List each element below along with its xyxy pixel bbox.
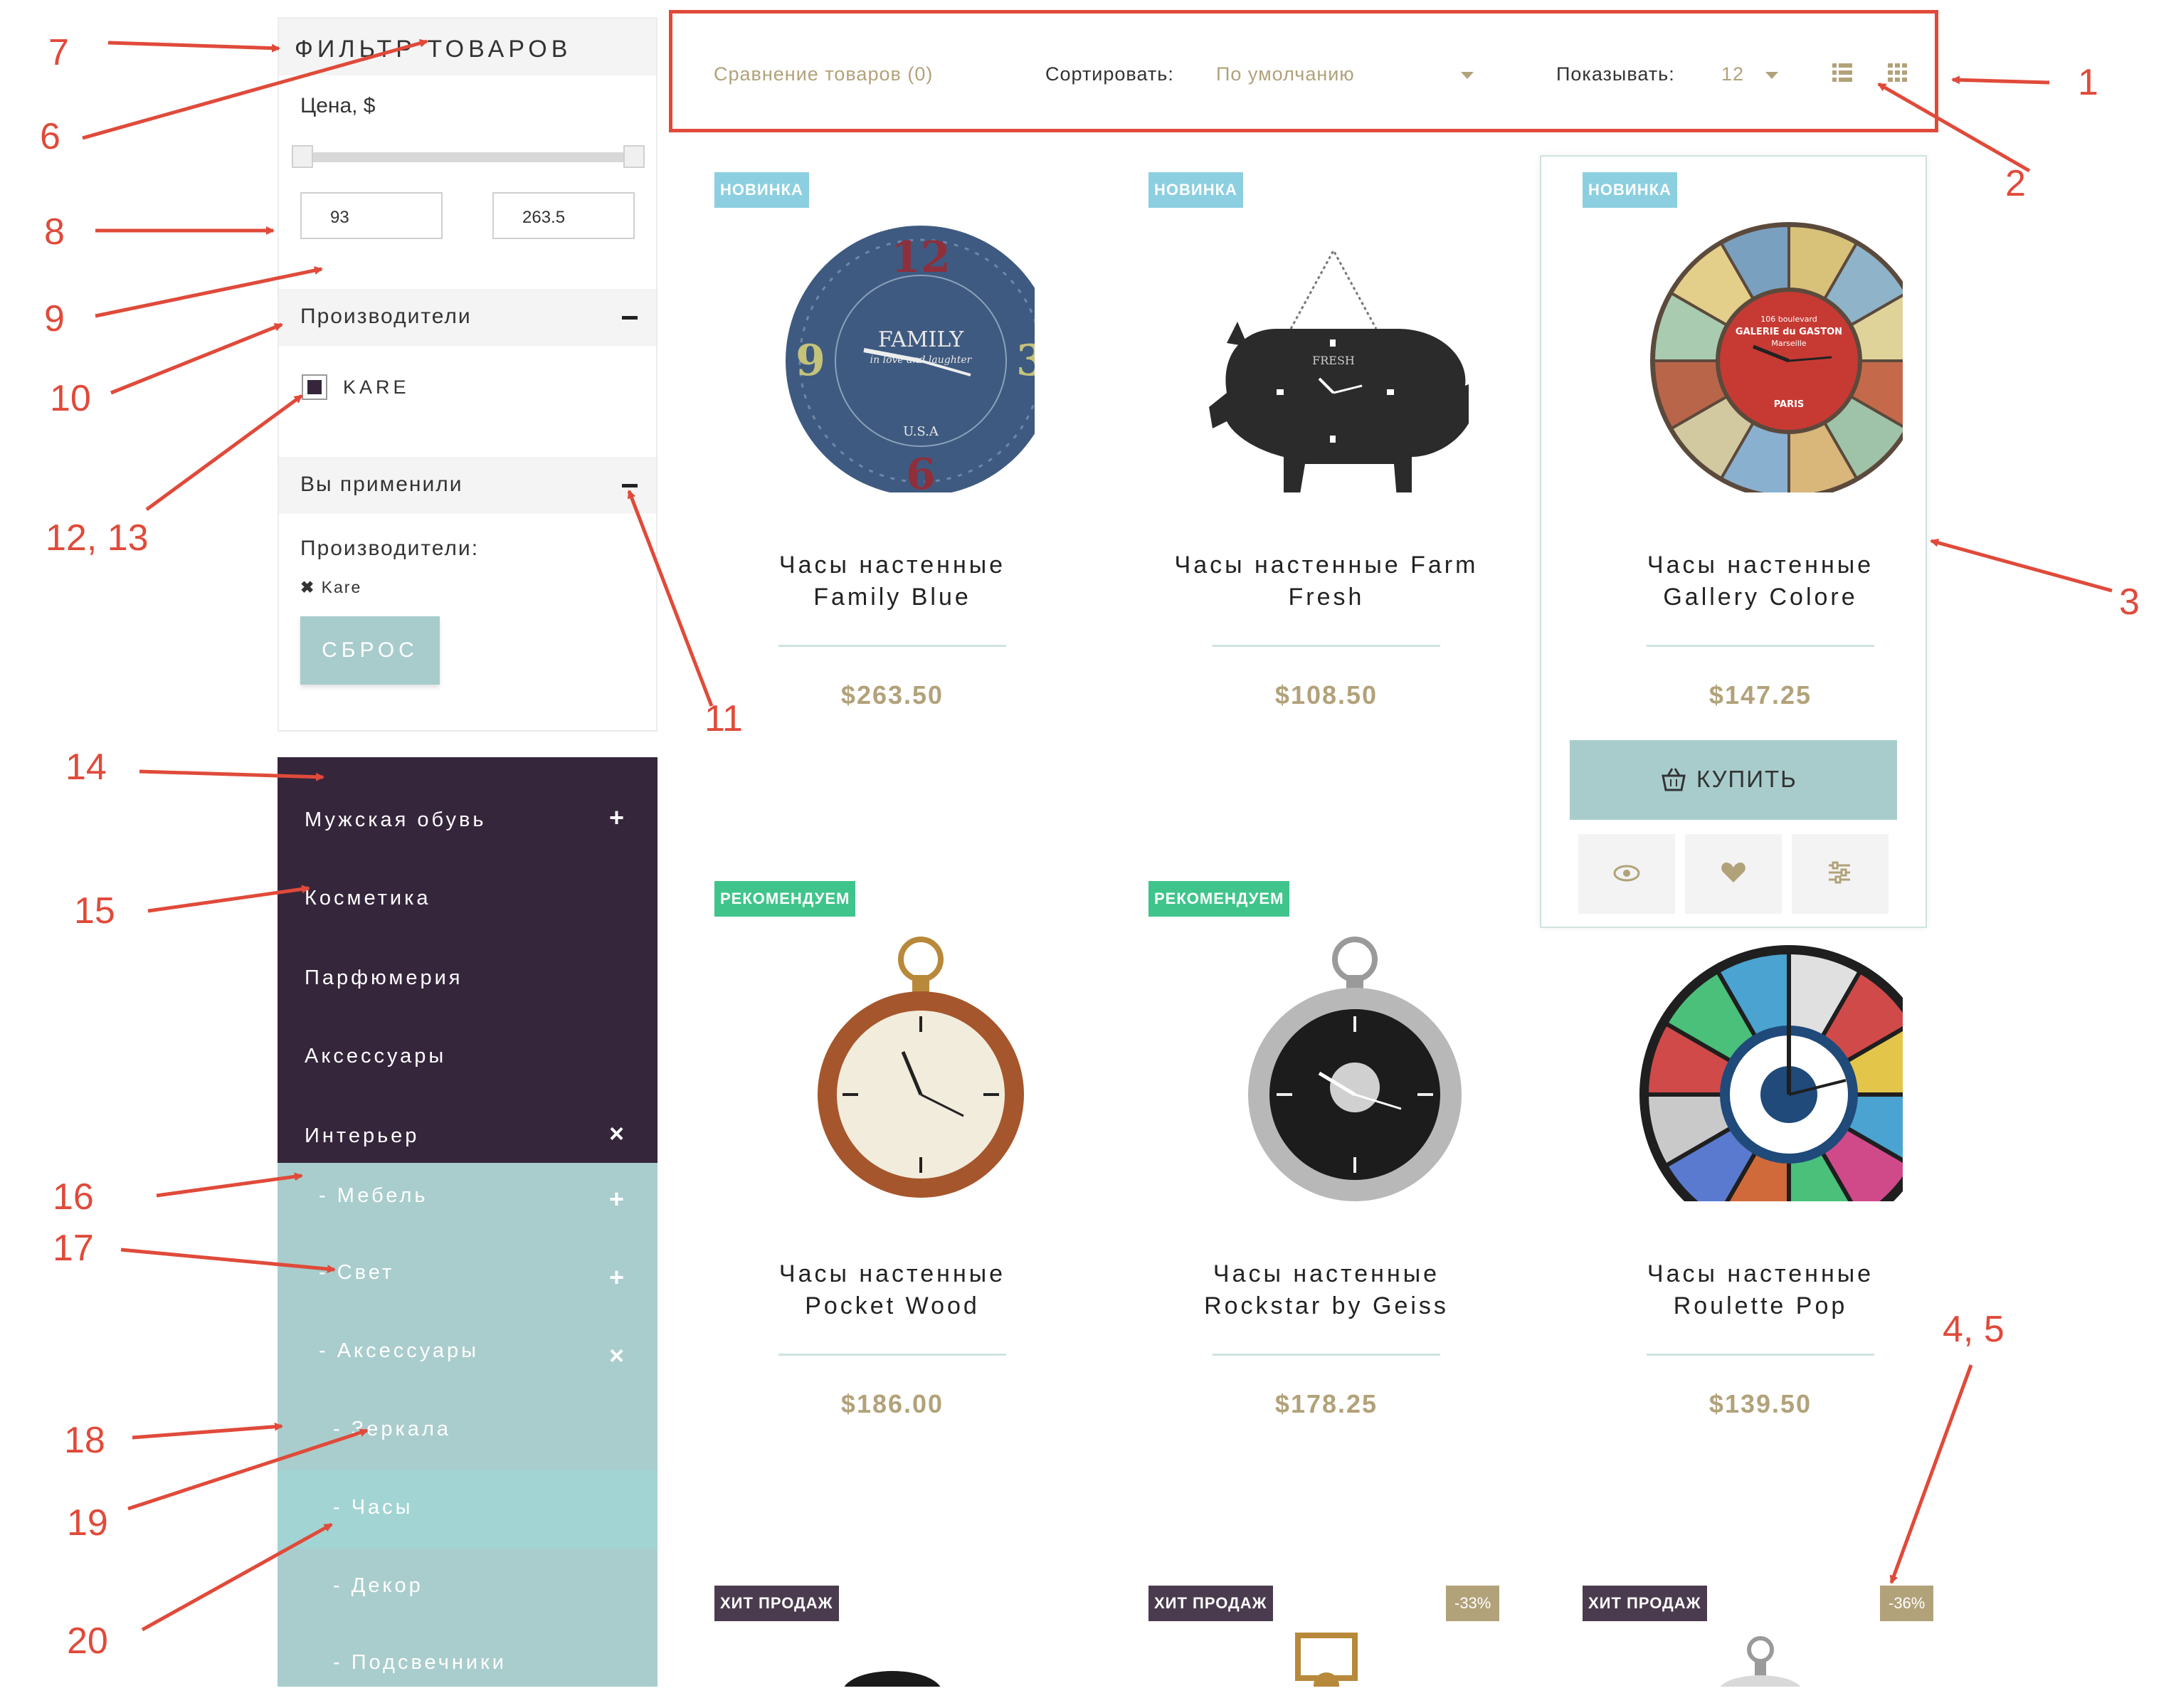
annotation-arrow — [1951, 75, 2050, 85]
annotation-arrow — [82, 38, 428, 140]
annotation-number: 14 — [65, 747, 107, 788]
annotation-number: 2 — [2005, 163, 2026, 204]
annotation-arrow — [156, 1172, 303, 1198]
annotation-number: 10 — [50, 378, 91, 419]
annotation-number: 17 — [53, 1228, 94, 1269]
annotation-number: 4, 5 — [1943, 1309, 2005, 1350]
annotation-arrow — [107, 41, 280, 53]
annotation-number: 11 — [704, 698, 743, 739]
annotation-number: 1 — [2078, 62, 2098, 103]
annotation-number: 16 — [53, 1176, 94, 1218]
annotation-number: 6 — [40, 116, 60, 157]
annotation-arrow — [1930, 538, 2113, 593]
annotation-number: 18 — [64, 1420, 105, 1461]
annotation-number: 3 — [2119, 581, 2140, 623]
annotation-number: 12, 13 — [46, 517, 149, 559]
annotation-arrow — [132, 1422, 283, 1440]
annotation-arrow — [1889, 1364, 1973, 1584]
annotation-number: 15 — [74, 890, 115, 932]
annotation-number: 8 — [44, 211, 65, 253]
annotation-arrow — [120, 1248, 336, 1274]
annotation-arrow — [147, 885, 310, 913]
annotation-number: 9 — [44, 298, 65, 339]
annotation-number: 7 — [48, 32, 69, 73]
annotation-arrow — [127, 1428, 369, 1511]
annotation-arrow — [1877, 82, 2031, 173]
annotation-arrow — [141, 1522, 333, 1632]
annotation-arrow — [110, 322, 283, 395]
annotation-arrow — [627, 490, 714, 707]
annotation-number: 20 — [67, 1620, 108, 1662]
annotation-number: 19 — [67, 1502, 108, 1544]
annotation-arrow — [145, 394, 303, 512]
annotation-arrows-layer — [82, 38, 2113, 1632]
annotation-arrow — [139, 769, 324, 781]
annotation-arrow — [95, 266, 323, 318]
